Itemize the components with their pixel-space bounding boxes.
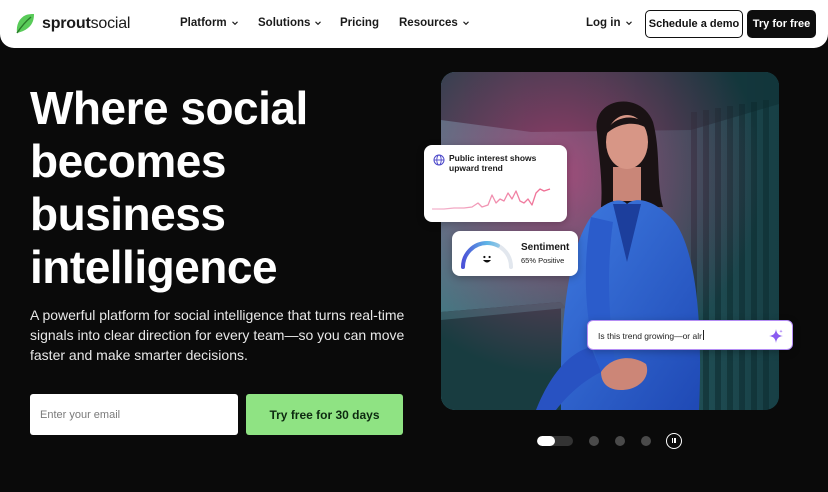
sentiment-title: Sentiment <box>521 242 570 253</box>
carousel-progress-fill <box>537 436 555 446</box>
nav-item-label: Platform <box>180 17 227 29</box>
nav-item-login[interactable]: Log in <box>586 17 633 29</box>
top-navigation: sproutsocial Platform Solutions Pricing … <box>0 0 828 48</box>
ai-query-box[interactable]: Is this trend growing—or alr <box>587 320 793 350</box>
nav-item-label: Solutions <box>258 17 311 29</box>
try-free-30-days-button[interactable]: Try free for 30 days <box>246 394 403 435</box>
sentiment-gauge <box>461 241 513 269</box>
nav-item-label: Resources <box>399 17 458 29</box>
trend-sparkline <box>432 188 551 210</box>
sentiment-value: 65% Positive <box>521 256 565 265</box>
chevron-down-icon <box>462 21 469 26</box>
sprout-leaf-icon <box>16 14 34 34</box>
logo-text-bold: sprout <box>42 15 91 32</box>
carousel-indicator[interactable] <box>615 436 625 446</box>
chevron-down-icon <box>231 21 238 26</box>
email-input[interactable] <box>30 394 238 435</box>
chevron-down-icon <box>625 21 632 26</box>
trend-card-title: Public interest shows upward trend <box>449 153 537 173</box>
hero-headline: Where social becomes business intelligen… <box>30 82 308 293</box>
nav-item-platform[interactable]: Platform <box>180 17 239 29</box>
schedule-demo-button[interactable]: Schedule a demo <box>645 10 743 38</box>
smiley-icon <box>480 252 494 266</box>
ai-query-text-wrap: Is this trend growing—or alr <box>598 330 704 341</box>
nav-item-solutions[interactable]: Solutions <box>258 17 322 29</box>
logo-text-light: social <box>90 15 131 32</box>
trend-card: Public interest shows upward trend <box>424 145 567 222</box>
nav-item-resources[interactable]: Resources <box>399 17 470 29</box>
globe-icon <box>433 154 445 166</box>
page: sproutsocial Platform Solutions Pricing … <box>0 0 828 492</box>
nav-item-pricing[interactable]: Pricing <box>340 17 379 29</box>
ai-query-text: Is this trend growing—or alr <box>598 331 702 341</box>
logo[interactable]: sproutsocial <box>14 12 130 36</box>
sentiment-card: Sentiment 65% Positive <box>452 231 578 276</box>
carousel-indicator-active[interactable] <box>537 436 573 446</box>
carousel-indicator[interactable] <box>589 436 599 446</box>
hero-subtext: A powerful platform for social intellige… <box>30 307 405 363</box>
carousel-indicator[interactable] <box>641 436 651 446</box>
sparkle-icon[interactable] <box>768 328 784 344</box>
nav-item-label: Pricing <box>340 17 379 29</box>
nav-item-label: Log in <box>586 17 621 29</box>
text-cursor <box>702 330 704 340</box>
logo-text: sproutsocial <box>42 15 130 33</box>
try-for-free-button[interactable]: Try for free <box>747 10 816 38</box>
chevron-down-icon <box>315 21 322 26</box>
pause-icon[interactable] <box>666 433 682 449</box>
